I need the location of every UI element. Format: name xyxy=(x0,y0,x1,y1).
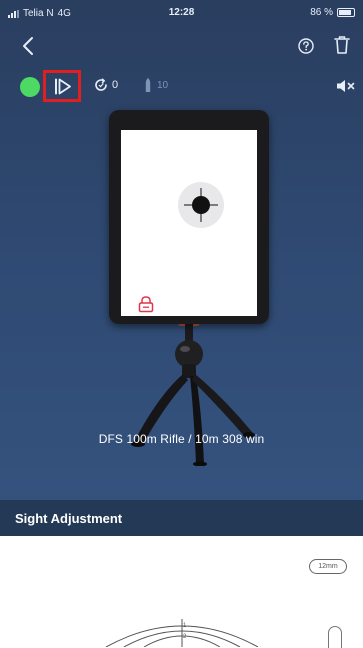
play-button[interactable] xyxy=(43,70,81,102)
nav-bar xyxy=(0,26,363,66)
status-bar: Telia N 4G 12:28 86 % xyxy=(0,0,363,26)
connection-status-indicator xyxy=(20,77,40,97)
reset-count-label: 0 xyxy=(112,79,119,91)
mute-button[interactable] xyxy=(336,78,356,94)
delete-button[interactable] xyxy=(334,35,350,55)
clock: 12:28 xyxy=(168,7,195,18)
battery-icon xyxy=(337,8,355,17)
app-screen: Telia N 4G 12:28 86 % 0 10 DFS 100m Rifl… xyxy=(0,0,363,648)
target-tablet[interactable] xyxy=(109,110,269,324)
sight-adjustment-panel: 12mm 1 2 xyxy=(0,536,363,648)
help-circle-icon xyxy=(298,38,314,54)
scale-label-2: 2 xyxy=(183,634,187,640)
session-toolbar: 0 10 xyxy=(0,68,363,106)
speaker-mute-icon xyxy=(337,80,355,92)
help-button[interactable] xyxy=(297,37,315,55)
chevron-left-icon xyxy=(23,37,33,55)
reset-counter[interactable]: 0 xyxy=(93,77,118,93)
battery-label: 86 % xyxy=(310,7,333,18)
ammo-count-label: 10 xyxy=(157,79,169,91)
target-name: DFS 100m Rifle / 10m 308 win xyxy=(98,432,265,446)
adjustment-knob[interactable] xyxy=(328,626,342,648)
sight-adjustment-header: Sight Adjustment xyxy=(0,500,363,536)
ammo-counter: 10 xyxy=(145,77,168,93)
lock-icon xyxy=(138,296,154,313)
back-button[interactable] xyxy=(20,36,38,56)
target-screen xyxy=(121,130,257,316)
bullet-icon xyxy=(145,78,151,92)
status-right: 86 % xyxy=(310,7,355,18)
trash-icon xyxy=(334,36,350,54)
target-icon xyxy=(178,182,224,228)
sight-scale: 1 2 xyxy=(105,619,259,647)
refresh-icon xyxy=(95,78,107,91)
play-icon xyxy=(55,78,71,95)
size-selector[interactable]: 12mm xyxy=(309,559,347,574)
